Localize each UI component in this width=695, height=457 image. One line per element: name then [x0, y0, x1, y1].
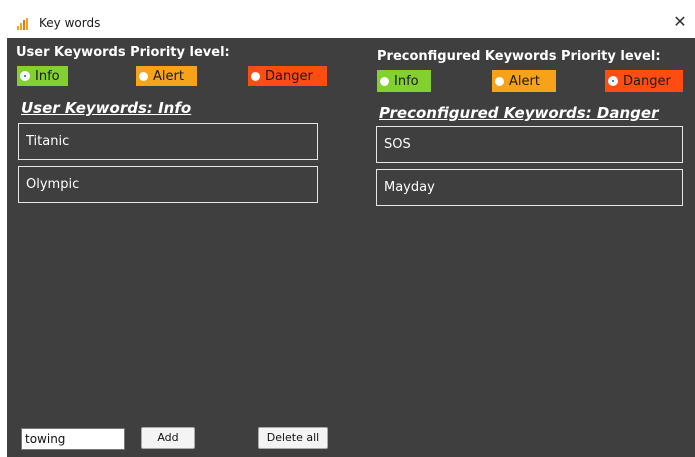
radio-label: Danger: [265, 68, 313, 84]
user-radio-danger[interactable]: Danger: [248, 66, 327, 86]
keywords-window: Key words ✕ User Keywords Priority level…: [7, 8, 695, 457]
delete-all-button[interactable]: Delete all: [258, 427, 328, 449]
radio-label: Info: [394, 73, 419, 89]
add-button[interactable]: Add: [141, 427, 195, 449]
radio-unselected-icon: [251, 71, 260, 81]
user-keyword-item[interactable]: Olympic: [18, 166, 318, 203]
preconfigured-radio-info[interactable]: Info: [377, 70, 431, 92]
preconfigured-keyword-item[interactable]: Mayday: [376, 169, 683, 206]
window-content: User Keywords Priority level: Info Alert…: [7, 38, 695, 457]
user-radio-info[interactable]: Info: [17, 66, 68, 86]
user-priority-label: User Keywords Priority level:: [16, 45, 230, 60]
preconfigured-radio-alert[interactable]: Alert: [492, 70, 556, 92]
preconfigured-keywords-heading: Preconfigured Keywords: Danger: [379, 104, 659, 122]
close-icon[interactable]: ✕: [665, 8, 695, 38]
radio-unselected-icon: [139, 71, 148, 81]
radio-label: Danger: [623, 73, 671, 89]
radio-unselected-icon: [380, 76, 389, 86]
user-radio-alert[interactable]: Alert: [136, 66, 197, 86]
radio-unselected-icon: [495, 76, 504, 86]
title-bar: Key words ✕: [7, 8, 695, 38]
bar-chart-icon: [17, 18, 28, 30]
preconfigured-priority-label: Preconfigured Keywords Priority level:: [377, 49, 661, 64]
radio-label: Alert: [509, 73, 540, 89]
radio-label: Info: [35, 68, 60, 84]
window-title: Key words: [39, 16, 101, 30]
user-keywords-heading: User Keywords: Info: [21, 99, 192, 117]
preconfigured-keyword-item[interactable]: SOS: [376, 126, 683, 163]
radio-selected-icon: [20, 71, 30, 81]
radio-label: Alert: [153, 68, 184, 84]
user-keyword-item[interactable]: Titanic: [18, 123, 318, 160]
radio-selected-icon: [608, 76, 618, 86]
preconfigured-radio-danger[interactable]: Danger: [605, 70, 683, 92]
keyword-input[interactable]: [21, 428, 125, 450]
